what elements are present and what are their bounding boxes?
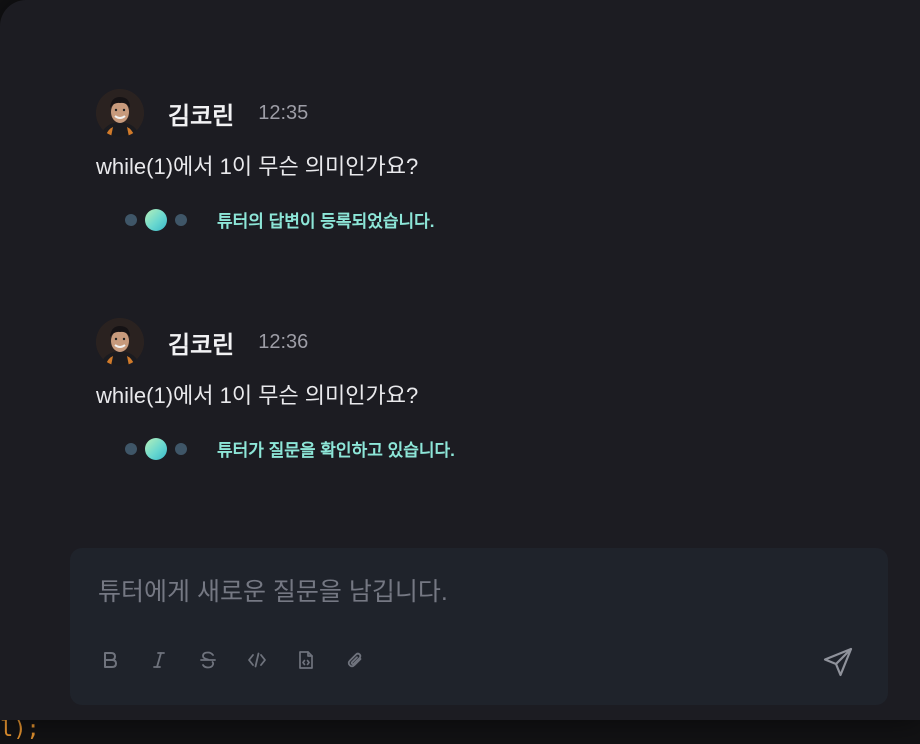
avatar [96, 318, 144, 366]
status-dot-active [145, 208, 167, 231]
question-composer [70, 548, 888, 705]
status-text: 튜터의 답변이 등록되었습니다. [217, 212, 435, 231]
chat-message: 김코린 12:35 while(1)에서 1이 무슨 의미인가요? 튜터의 답변… [96, 88, 435, 232]
status-dot [125, 442, 137, 455]
message-author: 김코린 [168, 102, 235, 130]
message-time: 12:35 [258, 101, 309, 124]
strikethrough-icon[interactable] [196, 648, 220, 672]
status-dot [175, 213, 187, 226]
chat-panel: 김코린 12:35 while(1)에서 1이 무슨 의미인가요? 튜터의 답변… [0, 0, 920, 720]
message-text: while(1)에서 1이 무슨 의미인가요? [96, 383, 419, 408]
avatar [96, 89, 144, 137]
message-header: 김코린 12:36 [96, 317, 455, 367]
status-dot-active [145, 437, 167, 460]
message-time: 12:36 [258, 330, 309, 353]
formatting-toolbar [98, 648, 392, 672]
chat-message: 김코린 12:36 while(1)에서 1이 무슨 의미인가요? 튜터가 질문… [96, 317, 455, 461]
message-header: 김코린 12:35 [96, 88, 435, 138]
code-file-icon[interactable] [294, 648, 318, 672]
italic-icon[interactable] [147, 648, 171, 672]
question-input[interactable] [96, 574, 800, 610]
message-status: 튜터의 답변이 등록되었습니다. [125, 207, 435, 232]
code-icon[interactable] [245, 648, 269, 672]
background-code-fragment: l); [0, 717, 40, 742]
message-text: while(1)에서 1이 무슨 의미인가요? [96, 154, 419, 179]
send-icon[interactable] [820, 644, 856, 680]
bold-icon[interactable] [98, 648, 122, 672]
status-dot [125, 213, 137, 226]
message-status: 튜터가 질문을 확인하고 있습니다. [125, 436, 455, 461]
attachment-icon[interactable] [343, 648, 367, 672]
status-dot [175, 442, 187, 455]
message-author: 김코린 [168, 331, 235, 359]
status-text: 튜터가 질문을 확인하고 있습니다. [217, 441, 455, 460]
